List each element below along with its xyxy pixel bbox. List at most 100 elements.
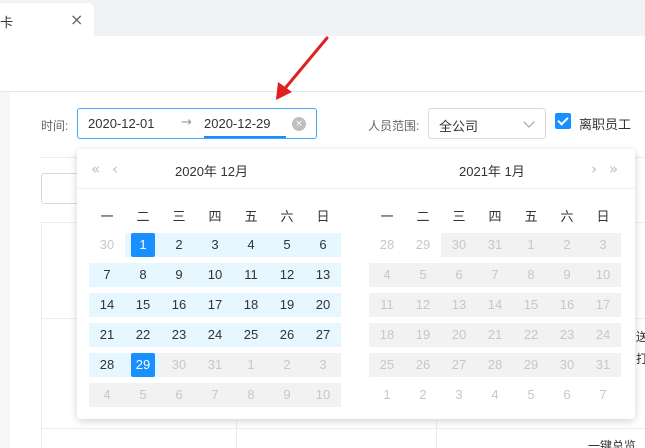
calendar-day-cell[interactable]: 6 bbox=[161, 383, 197, 407]
calendar-day-cell[interactable]: 21 bbox=[477, 323, 513, 347]
calendar-day-cell[interactable]: 4 bbox=[369, 263, 405, 287]
calendar-day-cell[interactable]: 28 bbox=[477, 353, 513, 377]
calendar-day-cell[interactable]: 26 bbox=[269, 323, 305, 347]
calendar-day-cell[interactable]: 3 bbox=[197, 233, 233, 257]
calendar-day-cell[interactable]: 27 bbox=[441, 353, 477, 377]
calendar-day-cell[interactable]: 6 bbox=[549, 383, 585, 407]
calendar-day-cell[interactable]: 18 bbox=[369, 323, 405, 347]
scope-select[interactable]: 全公司 bbox=[428, 108, 546, 139]
calendar-day-cell[interactable]: 2 bbox=[269, 353, 305, 377]
calendar-day-cell[interactable]: 1 bbox=[369, 383, 405, 407]
calendar-day-cell[interactable]: 29 bbox=[513, 353, 549, 377]
resigned-checkbox-label: 离职员工 bbox=[579, 117, 632, 132]
calendar-day-cell[interactable]: 10 bbox=[197, 263, 233, 287]
calendar-day-cell[interactable]: 16 bbox=[161, 293, 197, 317]
calendar-day-cell[interactable]: 14 bbox=[89, 293, 125, 317]
calendar-day-cell[interactable]: 31 bbox=[197, 353, 233, 377]
calendar-day-cell[interactable]: 21 bbox=[89, 323, 125, 347]
calendar-day-cell[interactable]: 20 bbox=[305, 293, 341, 317]
calendar-day-cell[interactable]: 23 bbox=[161, 323, 197, 347]
tab-active[interactable]: 卡 × bbox=[0, 3, 94, 36]
calendar-day-cell[interactable]: 5 bbox=[513, 383, 549, 407]
calendar-day-cell[interactable]: 29 bbox=[405, 233, 441, 257]
calendar-day-cell[interactable]: 3 bbox=[441, 383, 477, 407]
calendar-day-cell[interactable]: 4 bbox=[89, 383, 125, 407]
calendar-day-cell[interactable]: 16 bbox=[549, 293, 585, 317]
calendar-day-cell[interactable]: 31 bbox=[585, 353, 621, 377]
start-date-input[interactable]: 2020-12-01 bbox=[88, 116, 155, 131]
calendar-day-cell[interactable]: 6 bbox=[305, 233, 341, 257]
close-icon[interactable]: × bbox=[70, 10, 83, 29]
prev-month-icon[interactable]: ‹ bbox=[112, 160, 118, 178]
calendar-day-cell[interactable]: 9 bbox=[161, 263, 197, 287]
calendar-day-cell[interactable]: 30 bbox=[441, 233, 477, 257]
calendar-day-cell[interactable]: 5 bbox=[269, 233, 305, 257]
calendar-day-cell[interactable]: 26 bbox=[405, 353, 441, 377]
calendar-day-cell[interactable]: 12 bbox=[269, 263, 305, 287]
calendar-day-cell[interactable]: 3 bbox=[305, 353, 341, 377]
calendar-day-cell[interactable]: 31 bbox=[477, 233, 513, 257]
calendar-day-cell[interactable]: 22 bbox=[513, 323, 549, 347]
calendar-day-cell[interactable]: 8 bbox=[513, 263, 549, 287]
calendar-day-cell[interactable]: 20 bbox=[441, 323, 477, 347]
calendar-day-cell[interactable]: 1 bbox=[513, 233, 549, 257]
calendar-day-cell[interactable]: 2 bbox=[161, 233, 197, 257]
calendar-day-cell[interactable]: 7 bbox=[89, 263, 125, 287]
calendar-day-cell[interactable]: 15 bbox=[513, 293, 549, 317]
calendar-day-cell[interactable]: 9 bbox=[269, 383, 305, 407]
calendar-day-cell[interactable]: 8 bbox=[125, 263, 161, 287]
calendar-day-cell[interactable]: 22 bbox=[125, 323, 161, 347]
calendar-day-cell[interactable]: 28 bbox=[369, 233, 405, 257]
next-year-icon[interactable]: » bbox=[609, 160, 618, 178]
calendar-day-cell[interactable]: 10 bbox=[585, 263, 621, 287]
calendar-day-cell[interactable]: 13 bbox=[305, 263, 341, 287]
calendar-day-cell[interactable]: 15 bbox=[125, 293, 161, 317]
calendar-day-cell[interactable]: 1 bbox=[233, 353, 269, 377]
calendar-day-cell[interactable]: 17 bbox=[585, 293, 621, 317]
calendar-day-cell[interactable]: 4 bbox=[233, 233, 269, 257]
calendar-day-cell[interactable]: 4 bbox=[477, 383, 513, 407]
calendar-day-cell[interactable]: 7 bbox=[585, 383, 621, 407]
calendar-day-cell[interactable]: 12 bbox=[405, 293, 441, 317]
prev-year-icon[interactable]: « bbox=[91, 160, 100, 178]
calendar-day-cell[interactable]: 2 bbox=[405, 383, 441, 407]
end-date-input[interactable]: 2020-12-29 bbox=[204, 116, 271, 131]
calendar-day-cell[interactable]: 24 bbox=[197, 323, 233, 347]
calendar-day-cell[interactable]: 30 bbox=[161, 353, 197, 377]
calendar-day-cell[interactable]: 19 bbox=[269, 293, 305, 317]
calendar-day-cell[interactable]: 1 bbox=[125, 233, 161, 257]
calendar-day-cell[interactable]: 9 bbox=[549, 263, 585, 287]
calendar-day-cell[interactable]: 11 bbox=[233, 263, 269, 287]
calendar-day-cell[interactable]: 11 bbox=[369, 293, 405, 317]
calendar-day-cell[interactable]: 25 bbox=[233, 323, 269, 347]
resigned-checkbox[interactable] bbox=[555, 113, 571, 129]
right-month-title[interactable]: 2021年 1月 bbox=[459, 161, 525, 180]
calendar-day-cell[interactable]: 3 bbox=[585, 233, 621, 257]
calendar-day-cell[interactable]: 6 bbox=[441, 263, 477, 287]
calendar-day-cell[interactable]: 25 bbox=[369, 353, 405, 377]
calendar-day-cell[interactable]: 18 bbox=[233, 293, 269, 317]
clear-icon[interactable]: × bbox=[292, 117, 306, 131]
calendar-day-cell[interactable]: 17 bbox=[197, 293, 233, 317]
calendar-day-cell[interactable]: 7 bbox=[197, 383, 233, 407]
calendar-day-cell[interactable]: 7 bbox=[477, 263, 513, 287]
calendar-day-cell[interactable]: 13 bbox=[441, 293, 477, 317]
calendar-day-cell[interactable]: 5 bbox=[405, 263, 441, 287]
calendar-day-cell[interactable]: 8 bbox=[233, 383, 269, 407]
calendar-day-cell[interactable]: 2 bbox=[549, 233, 585, 257]
calendar-day-cell[interactable]: 19 bbox=[405, 323, 441, 347]
calendar-day-cell[interactable]: 10 bbox=[305, 383, 341, 407]
date-range-picker[interactable]: 2020-12-01 → 2020-12-29 × bbox=[77, 108, 317, 139]
calendar-day-cell[interactable]: 30 bbox=[89, 233, 125, 257]
calendar-day-cell[interactable]: 28 bbox=[89, 353, 125, 377]
calendar-day-cell[interactable]: 5 bbox=[125, 383, 161, 407]
left-month-title[interactable]: 2020年 12月 bbox=[175, 161, 248, 180]
calendar-day-cell[interactable]: 30 bbox=[549, 353, 585, 377]
calendar-day-cell[interactable]: 29 bbox=[125, 353, 161, 377]
calendar-day-cell[interactable]: 14 bbox=[477, 293, 513, 317]
bg-filter-box[interactable] bbox=[41, 173, 81, 204]
calendar-day-cell[interactable]: 27 bbox=[305, 323, 341, 347]
calendar-day-cell[interactable]: 23 bbox=[549, 323, 585, 347]
next-month-icon[interactable]: › bbox=[591, 160, 597, 178]
calendar-day-cell[interactable]: 24 bbox=[585, 323, 621, 347]
